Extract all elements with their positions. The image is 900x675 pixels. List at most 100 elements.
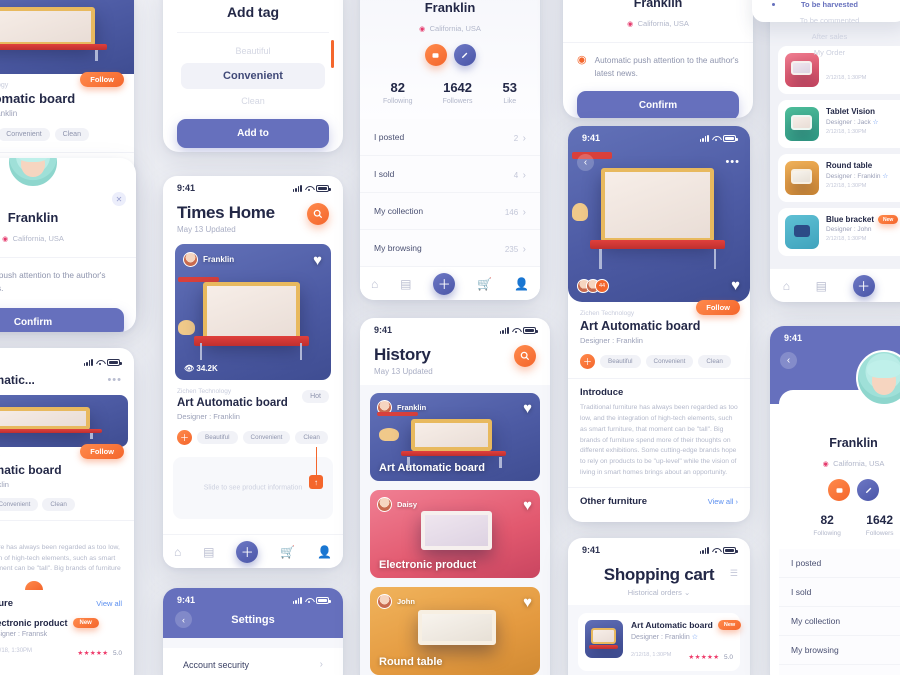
follow-button[interactable]: Follow: [80, 72, 124, 87]
stat-label: Following: [813, 530, 841, 537]
tag-chip[interactable]: Beautiful: [197, 431, 238, 444]
confirm-button[interactable]: Confirm: [0, 307, 124, 332]
follow-button[interactable]: Follow: [80, 444, 124, 459]
search-icon[interactable]: [307, 203, 329, 225]
more-icon[interactable]: •••: [107, 374, 122, 386]
profile-menu-item[interactable]: I posted 2 ›: [360, 119, 540, 156]
home-icon[interactable]: ⌂: [174, 545, 181, 559]
follow-button[interactable]: Follow: [696, 300, 740, 315]
add-tag-icon[interactable]: ＋: [580, 354, 595, 369]
cart-icon[interactable]: 🛒: [280, 545, 295, 559]
tag-option-selected[interactable]: Convenient: [181, 63, 325, 89]
order-item[interactable]: Blue bracket New Designer : John 2/12/18…: [778, 208, 900, 256]
view-all-link[interactable]: View all: [96, 599, 122, 608]
product-hero-image[interactable]: 9:41 ‹ ••• 44 ♥: [568, 126, 750, 302]
close-icon[interactable]: ✕: [112, 192, 126, 206]
message-icon[interactable]: [424, 44, 447, 66]
like-icon[interactable]: ♥: [523, 400, 532, 417]
edit-icon[interactable]: [857, 479, 879, 501]
like-icon[interactable]: ♥: [523, 497, 532, 514]
card-label: Art Automatic board: [379, 462, 485, 474]
product-image[interactable]: [0, 395, 128, 447]
profile-menu-item[interactable]: My collection 146 ›: [360, 193, 540, 230]
add-icon[interactable]: ＋: [236, 540, 259, 563]
tag-chip[interactable]: Convenient: [0, 128, 50, 141]
dropdown-item[interactable]: After sales: [752, 32, 900, 41]
search-icon[interactable]: [514, 345, 536, 367]
like-icon[interactable]: ♥: [313, 252, 322, 269]
item-name: Electronic product: [0, 618, 68, 628]
dropdown-item-selected[interactable]: To be harvested: [752, 0, 900, 9]
product-image[interactable]: [0, 0, 134, 74]
tag-chip[interactable]: Clean: [698, 355, 731, 368]
profile-menu-item[interactable]: Security center: [779, 665, 900, 675]
tag-option[interactable]: Clean: [181, 93, 325, 109]
like-icon[interactable]: ♥: [731, 277, 740, 294]
add-icon[interactable]: ＋: [433, 272, 456, 295]
profile-menu-item[interactable]: I sold: [779, 578, 900, 607]
expand-handle[interactable]: [25, 581, 43, 590]
item-date: 2/12/18, 1:30PM: [826, 74, 867, 81]
add-to-button[interactable]: Add to: [177, 119, 329, 148]
back-icon[interactable]: ‹: [780, 352, 797, 369]
settings-item[interactable]: Account security ›: [171, 648, 335, 675]
status-time: 9:41: [582, 133, 601, 143]
more-icon[interactable]: •••: [725, 156, 740, 168]
dialog-user-name: Franklin: [633, 0, 683, 10]
item-badge: New: [72, 618, 99, 628]
home-icon[interactable]: ⌂: [783, 279, 790, 293]
tag-chip[interactable]: Beautiful: [600, 355, 641, 368]
order-item[interactable]: Round table Designer : Franklin ☆ 2/12/1…: [778, 154, 900, 202]
profile-icon[interactable]: 👤: [317, 545, 332, 559]
dropdown-item[interactable]: My Order: [752, 48, 900, 57]
message-icon[interactable]: ▤: [203, 545, 214, 559]
chevron-right-icon: ›: [319, 659, 323, 670]
tag-chip[interactable]: Convenient: [645, 355, 694, 368]
profile-menu-item[interactable]: I posted: [779, 549, 900, 578]
tag-chip[interactable]: Clean: [42, 498, 75, 511]
add-tag-title: Add tag: [226, 4, 280, 20]
tag-chip[interactable]: Clean: [295, 431, 328, 444]
introduce-title: Introduce: [580, 387, 624, 398]
home-icon[interactable]: ⌂: [371, 277, 378, 291]
detail-screen-small: 9:41 Art Automatic... ••• Follow Zichen …: [0, 348, 134, 675]
profile-menu-item[interactable]: My collection: [779, 607, 900, 636]
cart-filter[interactable]: Historical orders ⌄: [568, 588, 750, 597]
cart-item[interactable]: Art Automatic board New Designer : Frank…: [578, 613, 742, 671]
card-author: Franklin: [397, 403, 427, 412]
tag-chip[interactable]: Convenient: [0, 498, 39, 511]
like-icon[interactable]: ♥: [523, 594, 532, 611]
add-icon[interactable]: ＋: [852, 274, 875, 297]
menu-icon[interactable]: ☰: [730, 568, 738, 579]
selected-dot: [772, 3, 775, 6]
scroll-indicator[interactable]: [331, 40, 334, 68]
stat-value: 82: [820, 513, 834, 527]
order-item[interactable]: Tablet Vision Designer : Jack ☆ 2/12/18,…: [778, 100, 900, 148]
view-all-link[interactable]: View all ›: [708, 497, 738, 506]
feed-card-image[interactable]: Franklin ♥ 👁 34.2K: [175, 244, 331, 380]
edit-icon[interactable]: [453, 44, 476, 66]
history-card[interactable]: John ♥ Round table: [370, 587, 540, 675]
slide-handle[interactable]: ↑: [309, 475, 323, 489]
confirm-button[interactable]: Confirm: [577, 91, 739, 118]
product-name: Art Automatic board: [0, 91, 76, 106]
add-tag-icon[interactable]: ＋: [177, 430, 192, 445]
cart-icon[interactable]: 🛒: [477, 277, 492, 291]
dropdown-item[interactable]: To be commented: [752, 16, 900, 25]
message-icon[interactable]: ▤: [400, 277, 411, 291]
history-card[interactable]: Franklin ♥ Art Automatic board: [370, 393, 540, 481]
back-icon[interactable]: ‹: [577, 154, 594, 171]
tag-chip[interactable]: Convenient: [242, 431, 291, 444]
item-rating: 5.0: [112, 650, 122, 657]
card-author: Daisy: [397, 500, 418, 509]
profile-menu-item[interactable]: My browsing: [779, 636, 900, 665]
message-icon[interactable]: [828, 479, 850, 501]
profile-menu-item[interactable]: My browsing 235 ›: [360, 230, 540, 267]
profile-icon[interactable]: 👤: [514, 277, 529, 291]
location-pin-icon: ◉: [822, 461, 829, 468]
message-icon[interactable]: ▤: [816, 279, 827, 293]
tag-chip[interactable]: Clean: [54, 128, 89, 141]
profile-menu-item[interactable]: I sold 4 ›: [360, 156, 540, 193]
history-card[interactable]: Daisy ♥ Electronic product: [370, 490, 540, 578]
tag-option[interactable]: Beautiful: [181, 43, 325, 59]
